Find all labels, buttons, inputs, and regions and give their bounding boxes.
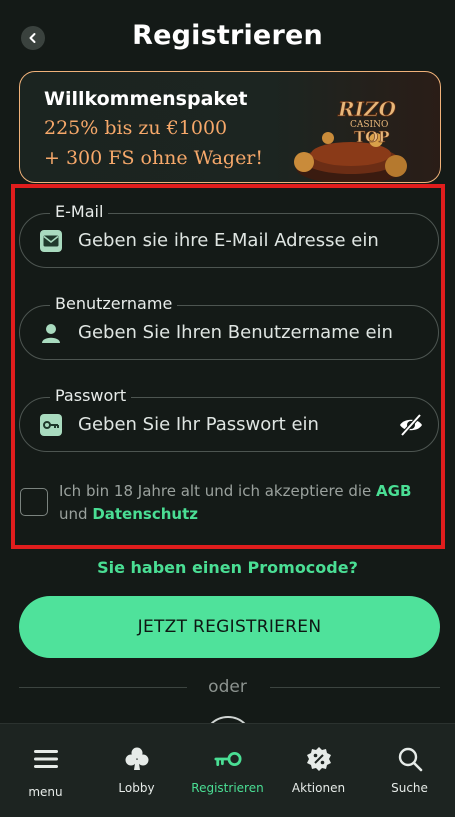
nav-label-registrieren: Registrieren <box>191 781 264 795</box>
username-field[interactable]: Benutzername <box>19 294 439 360</box>
header: Registrieren <box>0 0 455 72</box>
welcome-bonus-banner[interactable]: Willkommenspaket 225% bis zu €1000 + 300… <box>19 71 441 183</box>
promo-title: Willkommenspaket <box>44 88 248 110</box>
nav-item-aktionen[interactable]: Aktionen <box>273 724 364 817</box>
nav-item-suche[interactable]: Suche <box>364 724 455 817</box>
divider-right <box>270 687 440 688</box>
terms-text-before: Ich bin 18 Jahre alt und ich akzeptiere … <box>59 482 377 500</box>
eye-off-icon[interactable] <box>398 412 424 438</box>
club-suit-icon <box>123 745 151 773</box>
nav-item-lobby[interactable]: Lobby <box>91 724 182 817</box>
username-input[interactable] <box>78 306 398 358</box>
nav-label-menu: menu <box>28 785 63 799</box>
user-icon <box>40 322 62 344</box>
register-submit-button[interactable]: JETZT REGISTRIEREN <box>19 596 440 658</box>
agb-link[interactable]: AGB <box>376 482 411 500</box>
promo-freespins-line: + 300 FS ohne Wager! <box>44 147 264 169</box>
privacy-link[interactable]: Datenschutz <box>92 505 198 523</box>
logo-text-top: TOP <box>354 128 390 146</box>
percent-badge-icon <box>305 745 333 773</box>
promo-code-link[interactable]: Sie haben einen Promocode? <box>0 558 455 577</box>
search-icon <box>396 745 424 773</box>
promo-bonus-line: 225% bis zu €1000 <box>44 117 228 139</box>
logo-text-rizo: RIZO <box>337 97 397 121</box>
email-field[interactable]: E-Mail <box>19 202 439 268</box>
nav-item-menu[interactable]: menu <box>0 724 91 817</box>
email-input[interactable] <box>78 214 398 266</box>
key-icon <box>213 745 242 773</box>
nav-item-registrieren[interactable]: Registrieren <box>182 724 273 817</box>
bottom-navigation: menu Lobby Registrieren Aktionen Suche <box>0 723 455 817</box>
hamburger-menu-icon <box>32 745 60 773</box>
page-title: Registrieren <box>132 20 323 51</box>
nav-label-suche: Suche <box>391 781 428 795</box>
nav-label-aktionen: Aktionen <box>291 781 346 795</box>
nav-label-lobby: Lobby <box>118 781 155 795</box>
terms-text-middle: und <box>59 505 93 523</box>
envelope-icon <box>40 230 62 252</box>
password-field[interactable]: Passwort <box>19 386 439 452</box>
terms-text: Ich bin 18 Jahre alt und ich akzeptiere … <box>59 480 444 526</box>
key-icon <box>40 414 62 436</box>
password-input[interactable] <box>78 398 398 450</box>
terms-checkbox[interactable] <box>20 488 48 516</box>
casino-logo-image: RIZO CASINO TOP <box>294 97 407 182</box>
